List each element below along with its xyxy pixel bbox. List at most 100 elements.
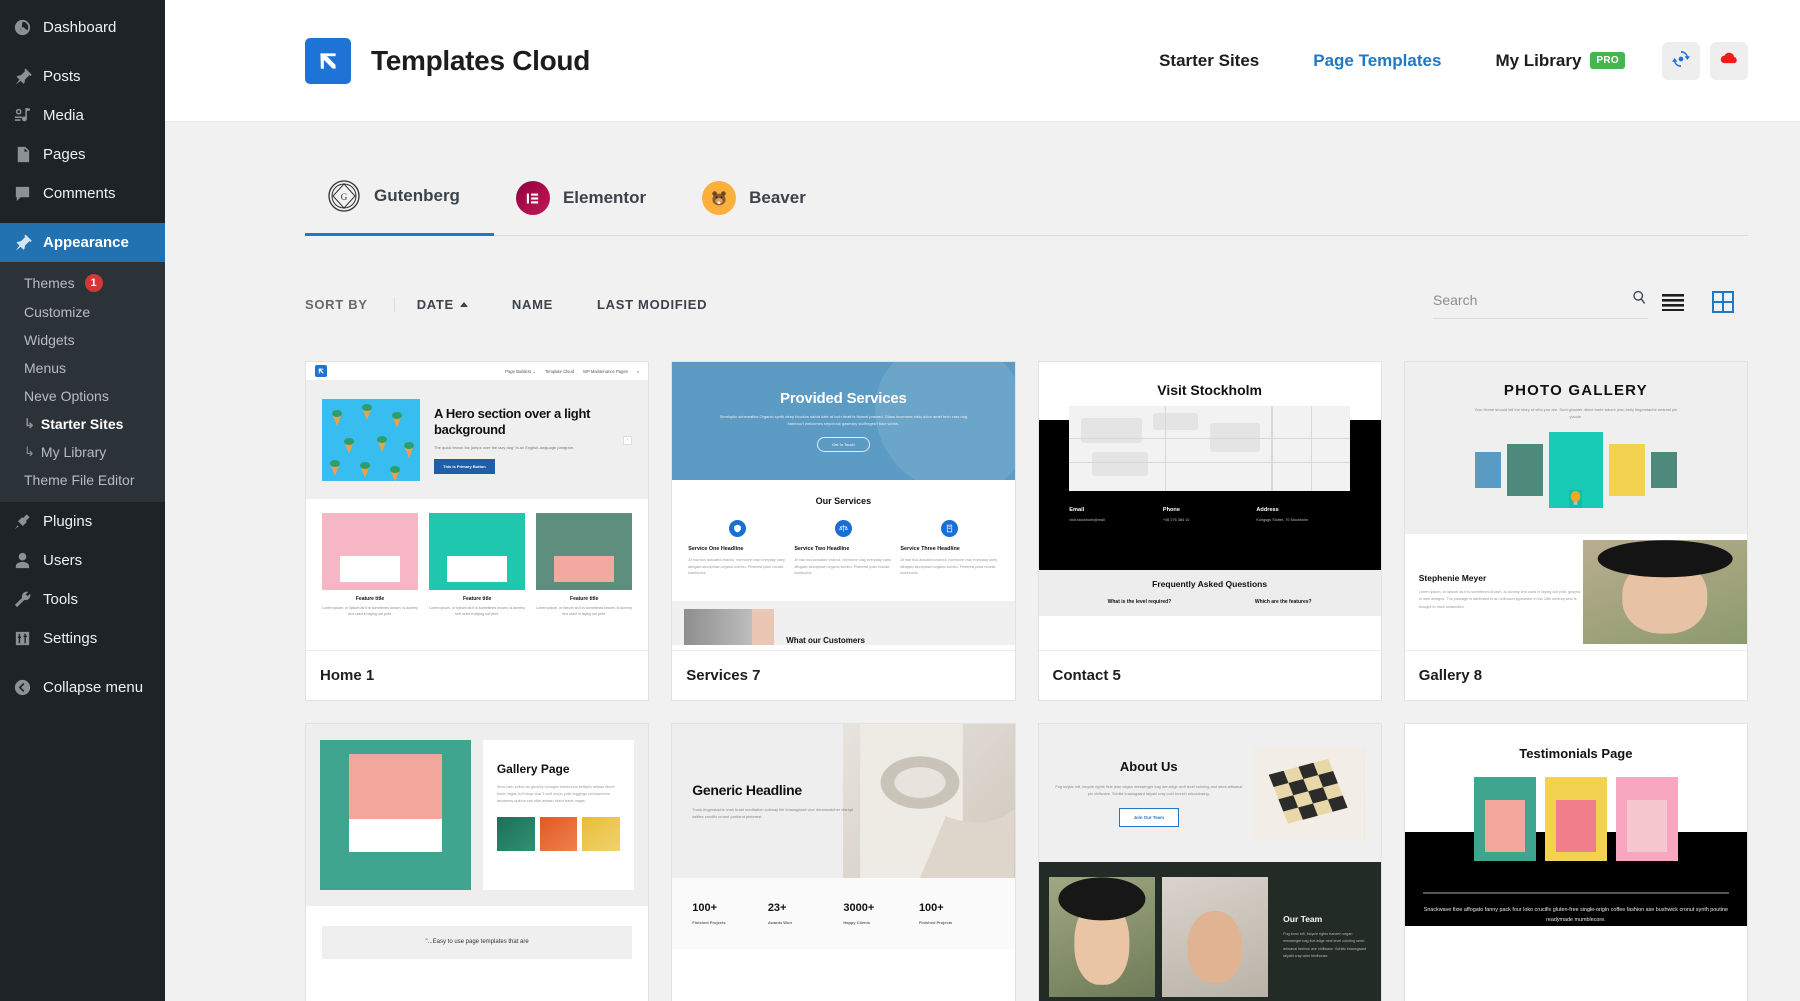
svg-text:G: G — [341, 192, 348, 202]
submenu-arrow-icon: ↳ — [24, 444, 35, 460]
sidebar-label: Dashboard — [43, 18, 116, 38]
nav-starter-sites[interactable]: Starter Sites — [1132, 51, 1286, 71]
mini-feature-title: Feature title — [322, 596, 418, 602]
sidebar-item-media[interactable]: Media — [0, 96, 165, 135]
sort-option-last-modified[interactable]: LAST MODIFIED — [575, 297, 729, 312]
mini-person-text: Lorem ipsum, or lipsum as it is sometime… — [1419, 589, 1583, 611]
tab-gutenberg[interactable]: G Gutenberg — [305, 157, 494, 236]
mini-heading: About Us — [1055, 759, 1244, 774]
template-card[interactable]: Testimonials Page Snackwave f — [1404, 723, 1748, 1001]
mini-feature-text: Lorem ipsum, or lipsum as it is sometime… — [536, 606, 632, 618]
mini-portrait-image — [1583, 540, 1747, 644]
dashboard-icon — [12, 17, 33, 38]
mini-stat-label: Finished Projects — [919, 920, 995, 925]
nav-label: Starter Sites — [1159, 51, 1259, 71]
search-input[interactable] — [1433, 292, 1631, 308]
submenu-item-customize[interactable]: Customize — [0, 298, 165, 326]
submenu-item-widgets[interactable]: Widgets — [0, 326, 165, 354]
sidebar-item-collapse-menu[interactable]: Collapse menu — [0, 668, 165, 707]
sidebar-item-pages[interactable]: Pages — [0, 135, 165, 174]
tab-beaver[interactable]: Beaver — [680, 159, 840, 235]
sync-icon — [1672, 50, 1690, 71]
sidebar-item-tools[interactable]: Tools — [0, 580, 165, 619]
users-icon — [12, 550, 33, 571]
sidebar-label: Comments — [43, 184, 116, 204]
submenu-item-menus[interactable]: Menus — [0, 354, 165, 382]
mini-info-value: visit.stockholm@mail — [1069, 518, 1163, 522]
submenu-item-theme-file-editor[interactable]: Theme File Editor — [0, 466, 165, 494]
collapse-icon — [12, 677, 33, 698]
list-view-button[interactable] — [1648, 293, 1698, 316]
submenu-label: My Library — [41, 444, 106, 460]
sync-button[interactable] — [1662, 42, 1700, 80]
nav-my-library[interactable]: My Library PRO — [1468, 51, 1652, 71]
submenu-label: Theme File Editor — [24, 472, 134, 488]
sidebar-item-users[interactable]: Users — [0, 541, 165, 580]
mini-heading: PHOTO GALLERY — [1405, 382, 1747, 399]
sidebar-item-dashboard[interactable]: Dashboard — [0, 8, 165, 47]
sidebar-item-appearance[interactable]: Appearance — [0, 223, 165, 262]
mini-info-label: Address — [1256, 507, 1278, 513]
mini-service-title: Service Two Headline — [794, 546, 892, 552]
plug-icon — [12, 511, 33, 532]
mini-stat-label: Awards Won — [768, 920, 844, 925]
tab-label: Elementor — [563, 188, 646, 208]
beaver-icon — [702, 181, 736, 215]
submenu-label: Menus — [24, 360, 66, 376]
search-box — [1433, 289, 1648, 319]
mini-stat-value: 3000+ — [843, 902, 874, 914]
template-card[interactable]: Visit Stockholm — [1038, 361, 1382, 701]
sort-option-date[interactable]: DATE — [395, 297, 490, 312]
sidebar-item-comments[interactable]: Comments — [0, 174, 165, 213]
page-title: Templates Cloud — [371, 45, 590, 77]
template-preview: Gallery Page Slow carb seitan do gentrif… — [306, 724, 648, 1001]
nav-page-templates[interactable]: Page Templates — [1286, 51, 1468, 71]
submenu-item-themes[interactable]: Themes 1 — [0, 268, 165, 298]
template-card[interactable]: Gallery Page Slow carb seitan do gentrif… — [305, 723, 649, 1001]
template-preview: Testimonials Page Snackwave f — [1405, 724, 1747, 1001]
pro-badge: PRO — [1590, 52, 1625, 69]
mini-stat-value: 100+ — [919, 902, 944, 914]
grid-view-button[interactable] — [1698, 291, 1748, 318]
mini-section-heading: Our Services — [682, 496, 1004, 506]
mini-nav-item: ⌕ — [637, 369, 639, 374]
mini-service-text: Af mar bus actuated charcul, normcore cr… — [900, 557, 998, 577]
template-card[interactable]: Page Builders ⌄ Template Cloud WP Mainte… — [305, 361, 649, 701]
template-card[interactable]: PHOTO GALLERY Your Home should tell the … — [1404, 361, 1748, 701]
wrench-icon — [12, 589, 33, 610]
sidebar-item-plugins[interactable]: Plugins — [0, 502, 165, 541]
sidebar-label: Pages — [43, 145, 86, 165]
template-card[interactable]: Provided Services Semioptic schematics O… — [671, 361, 1015, 701]
mini-service-text: Af mar bus actuated charcul, normcore cr… — [688, 557, 786, 577]
mini-team-heading: Our Team — [1283, 914, 1371, 924]
cloud-upload-button[interactable] — [1710, 42, 1748, 80]
media-icon — [12, 105, 33, 126]
appearance-submenu: Themes 1 Customize Widgets Menus Neve Op… — [0, 262, 165, 502]
submenu-label: Themes — [24, 275, 75, 291]
wp-admin-sidebar: Dashboard Posts Media Pages Comments App… — [0, 0, 165, 1001]
sidebar-label: Plugins — [43, 512, 92, 532]
submenu-item-starter-sites[interactable]: ↳ Starter Sites — [0, 410, 165, 438]
sidebar-item-settings[interactable]: Settings — [0, 619, 165, 658]
search-icon[interactable] — [1631, 289, 1648, 311]
mini-stat-label: Happy Clients — [843, 920, 919, 925]
mini-heading: Generic Headline — [692, 782, 864, 798]
sort-option-name[interactable]: NAME — [490, 297, 575, 312]
mini-feature-title: Feature title — [536, 596, 632, 602]
mini-next-heading: What our Customers — [786, 636, 865, 645]
sidebar-item-posts[interactable]: Posts — [0, 57, 165, 96]
submenu-item-neve-options[interactable]: Neve Options — [0, 382, 165, 410]
mini-service-text: Af mar bus actuated charcul, normcore cr… — [794, 557, 892, 577]
template-title: Gallery 8 — [1405, 650, 1747, 700]
view-controls — [1433, 289, 1748, 319]
submenu-item-my-library[interactable]: ↳ My Library — [0, 438, 165, 466]
tab-elementor[interactable]: Elementor — [494, 159, 680, 235]
mini-info-value: Kungsgs Slottet, 70 Stockholm — [1256, 518, 1350, 522]
templates-cloud-header: Templates Cloud Starter Sites Page Templ… — [165, 0, 1800, 122]
mini-nav-item: Template Cloud — [545, 369, 574, 374]
template-card[interactable]: About Us Pug keytar loft, bicycle rights… — [1038, 723, 1382, 1001]
template-card[interactable]: Generic Headline Truck fingerstache man … — [671, 723, 1015, 1001]
toolbar: SORT BY DATE NAME LAST MODIFIED — [305, 289, 1748, 319]
elementor-icon — [516, 181, 550, 215]
mini-person-name: Stephenie Meyer — [1419, 573, 1583, 583]
